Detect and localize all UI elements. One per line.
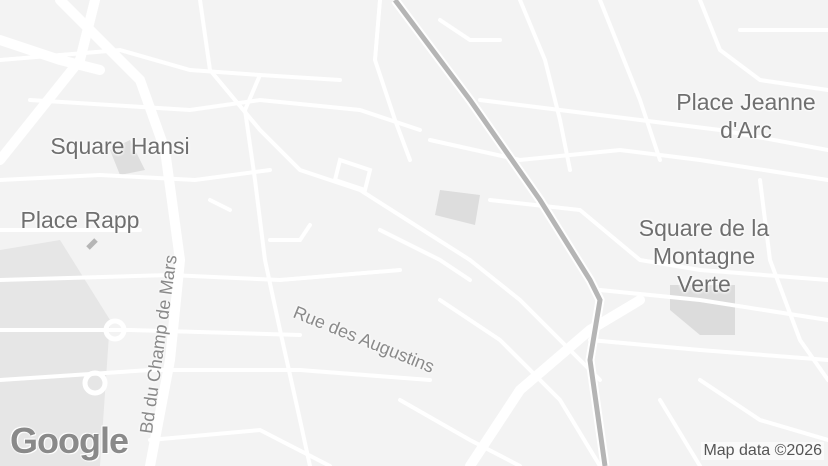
google-logo[interactable]: Google <box>10 420 129 462</box>
place-label-place-rapp[interactable]: Place Rapp <box>4 206 156 234</box>
tram-stub <box>86 238 98 250</box>
place-label-place-jeanne-darc[interactable]: Place Jeanne d'Arc <box>656 88 828 144</box>
place-label-line: d'Arc <box>720 117 772 143</box>
place-label-line: Square Hansi <box>50 133 190 159</box>
place-label-square-montagne-verte[interactable]: Square de la Montagne Verte <box>614 214 794 298</box>
map-attribution[interactable]: Map data ©2026 <box>701 442 824 460</box>
park-area <box>435 190 480 225</box>
place-label-square-hansi[interactable]: Square Hansi <box>30 132 210 160</box>
place-label-line: Montagne <box>652 243 756 269</box>
place-label-line: Square de la <box>638 215 770 241</box>
place-label-line: Verte <box>677 271 731 297</box>
map-view[interactable]: Place Jeanne d'Arc Square Hansi Place Ra… <box>0 0 828 466</box>
place-label-line: Place Jeanne <box>676 89 816 115</box>
place-label-line: Place Rapp <box>20 207 140 233</box>
